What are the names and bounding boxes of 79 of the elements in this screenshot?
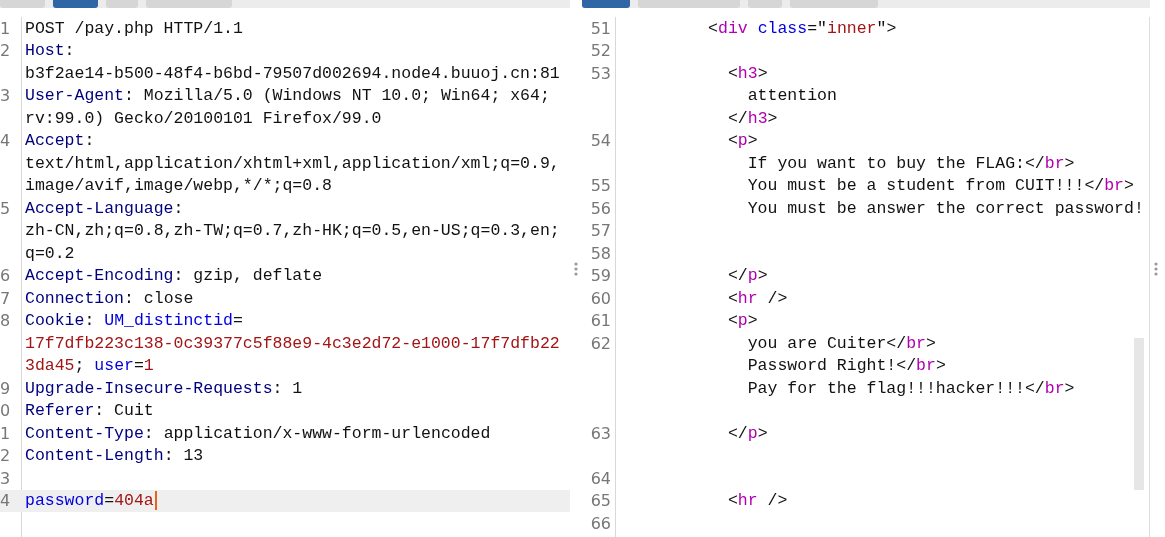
line-number: 57 [590,221,611,241]
code-line: <div class="inner"> [707,18,897,38]
code-line: you are Cuiter</br> [746,333,936,353]
code-line: b3f2ae14-b500-48f4-b6bd-79507d002694.node4.buuoj.cn:81 [25,63,560,83]
tab[interactable] [0,0,45,8]
tab[interactable] [790,0,878,8]
line-number: 5 [0,198,11,218]
code-line: rv:99.0) Gecko/20100101 Firefox/99.0 [25,108,382,128]
line-number: 63 [590,423,611,443]
line-number: 59 [590,266,611,286]
code-line: Password Right!</br> [746,356,946,376]
code-line: </p> [726,266,768,286]
code-line: Host: [25,41,75,61]
line-number: 61 [590,311,611,331]
line-number: 51 [590,18,611,38]
code-line: Cookie: UM_distinctid= [25,311,243,331]
line-number: 4 [0,491,11,511]
code-line: Content-Length: 13 [25,446,204,466]
line-number: 2 [0,41,11,61]
code-line: User-Agent: Mozilla/5.0 (Windows NT 10.0; Win64; x64; [25,86,550,106]
code-line: <h3> [726,63,768,83]
code-line: <p> [726,311,758,331]
code-line: Connection: close [25,288,194,308]
line-number: 4 [0,131,11,151]
drag-handle-icon[interactable] [1154,261,1158,276]
line-number: 64 [590,468,611,488]
line-number: 0 [0,401,11,421]
code-line: Upgrade-Insecure-Requests: 1 [25,378,303,398]
code-line: Pay for the flag!!!hacker!!!</br> [746,378,1075,398]
code-line: password=404a [25,491,154,511]
code-line: Accept: [25,131,95,151]
line-number: 1 [0,18,11,38]
code-line: If you want to buy the FLAG:</br> [746,153,1075,173]
code-line: You must be a student from CUIT!!!</br> [746,176,1134,196]
code-line: 17f7dfb223c138-0c39377c5f88e9-4c3e2d72-e1000-17f7dfb22 [25,333,560,353]
line-number: 3 [0,468,11,488]
tab[interactable] [53,0,98,8]
code-line: </p> [726,423,768,443]
line-number: 60 [590,288,611,308]
tab[interactable] [146,0,232,8]
code-line: POST /pay.php HTTP/1.1 [25,18,243,38]
text-cursor [154,491,157,511]
code-line: </h3> [726,108,778,128]
code-line: Accept-Encoding: gzip, deflate [25,266,323,286]
code-line: Content-Type: application/x-www-form-urlencoded [25,423,491,443]
line-number: 52 [590,41,611,61]
code-line: image/avif,image/webp,*/*;q=0.8 [25,176,332,196]
code-line: 3da45; user=1 [25,356,154,376]
line-number: 8 [0,311,11,331]
code-line: <hr /> [726,288,788,308]
line-number: 54 [590,131,611,151]
tab[interactable] [638,0,740,8]
line-number: 62 [590,333,611,353]
scrollbar-thumb[interactable] [1134,338,1144,490]
line-number: 7 [0,288,11,308]
line-number: 65 [590,491,611,511]
line-number: 53 [590,63,611,83]
code-line: You must be answer the correct password! [746,198,1144,218]
line-number: 6 [0,266,11,286]
tab[interactable] [748,0,782,8]
line-number: 58 [590,243,611,263]
line-number: 56 [590,198,611,218]
code-line: attention [746,86,837,106]
drag-handle-icon[interactable] [574,261,578,276]
tab[interactable] [582,0,630,8]
code-line: text/html,application/xhtml+xml,application/xml;q=0.9, [25,153,560,173]
line-number: 55 [590,176,611,196]
line-number: 9 [0,378,11,398]
line-number: 1 [0,423,11,443]
line-number: 3 [0,86,11,106]
code-line: Accept-Language: [25,198,184,218]
line-number: 2 [0,446,11,466]
tab[interactable] [106,0,138,8]
code-line: q=0.2 [25,243,75,263]
code-line: <hr /> [726,491,788,511]
code-line: Referer: Cuit [25,401,154,421]
line-number: 66 [590,513,611,533]
code-line: zh-CN,zh;q=0.8,zh-TW;q=0.7,zh-HK;q=0.5,en-US;q=0.3,en; [25,221,560,241]
code-line: <p> [726,131,758,151]
